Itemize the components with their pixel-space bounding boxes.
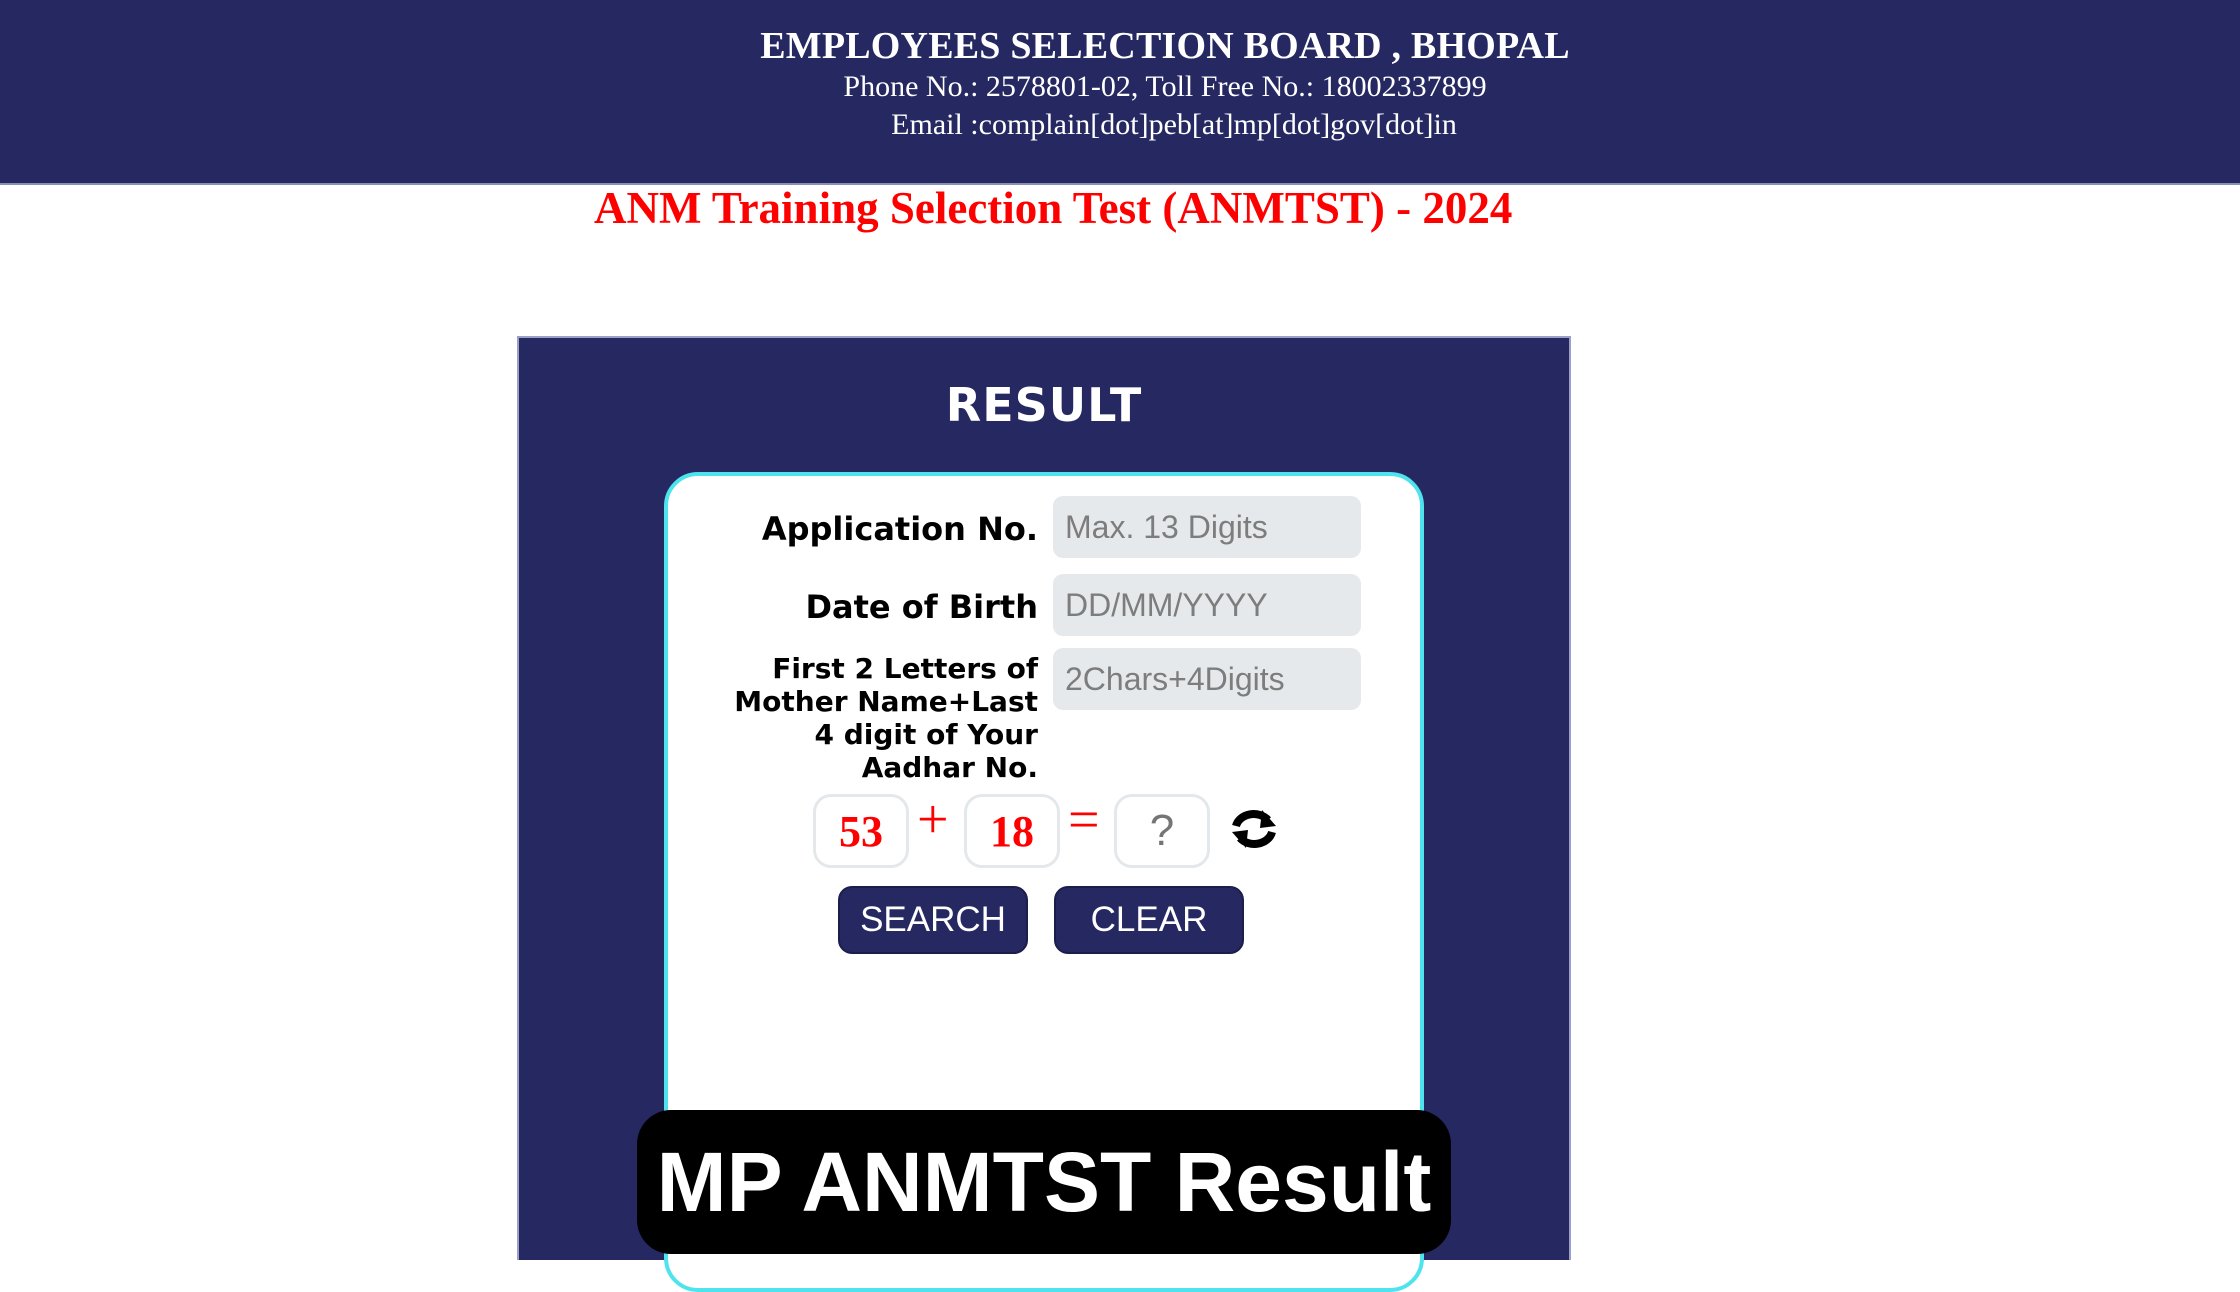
result-panel-title: RESULT (945, 378, 1143, 432)
exam-title: ANM Training Selection Test (ANMTST) - 2… (594, 183, 1513, 233)
captcha-operand-2: 18 (964, 794, 1060, 868)
clear-button[interactable]: CLEAR (1054, 886, 1244, 954)
application-no-label: Application No. (761, 510, 1038, 548)
captcha-operand-1: 53 (813, 794, 909, 868)
mother-name-aadhar-label: First 2 Letters of Mother Name+Last 4 di… (734, 652, 1038, 784)
date-of-birth-input[interactable] (1053, 574, 1361, 636)
mother-name-aadhar-input[interactable] (1053, 648, 1361, 710)
contact-phone: Phone No.: 2578801-02, Toll Free No.: 18… (843, 70, 1487, 103)
site-header: EMPLOYEES SELECTION BOARD , BHOPAL Phone… (0, 0, 2240, 185)
captcha-plus-sign: + (917, 789, 949, 851)
captcha-answer-input[interactable] (1114, 794, 1210, 868)
application-no-input[interactable] (1053, 496, 1361, 558)
overlay-caption-banner: MP ANMTST Result (637, 1110, 1451, 1254)
captcha-equals-sign: = (1068, 789, 1100, 851)
refresh-icon[interactable] (1228, 806, 1280, 852)
organization-name: EMPLOYEES SELECTION BOARD , BHOPAL (760, 25, 1570, 67)
search-button[interactable]: SEARCH (838, 886, 1028, 954)
date-of-birth-label: Date of Birth (805, 588, 1038, 626)
contact-email: Email :complain[dot]peb[at]mp[dot]gov[do… (891, 108, 1457, 141)
